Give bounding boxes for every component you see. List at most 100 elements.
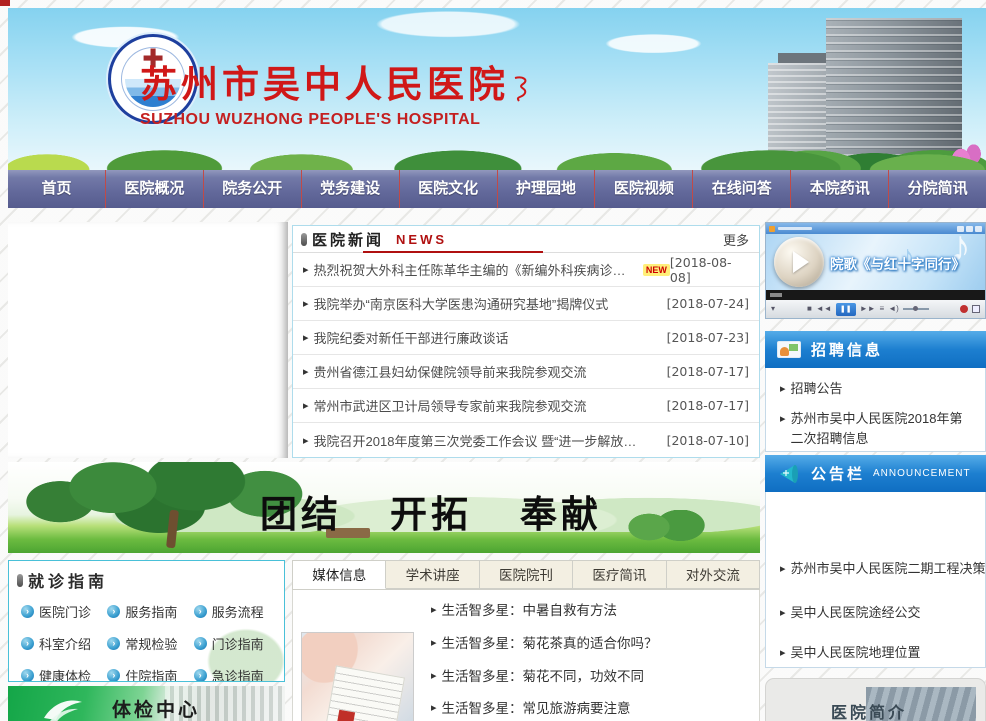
stop-icon[interactable]: ■ <box>807 305 812 313</box>
recruit-item[interactable]: ▸招聘公告 <box>766 374 985 404</box>
news-row[interactable]: ▸ 我院举办“南京医科大学医患沟通研究基地”揭牌仪式 [2018-07-24] <box>293 287 759 321</box>
announcement-item[interactable]: ▸吴中人民医院途经公交 <box>766 598 985 628</box>
record-icon[interactable] <box>960 305 968 313</box>
close-icon[interactable] <box>975 226 982 232</box>
hospital-name-cn-text: 苏州市吴中人民医院 <box>140 65 509 106</box>
news-more-link[interactable]: 更多 <box>723 230 749 249</box>
header-title-block: 苏州市吴中人民医院 SUZHOU WUZHONG PEOPLE'S HOSPIT… <box>140 54 560 129</box>
pause-button[interactable]: ❚❚ <box>836 303 856 316</box>
nav-item-video[interactable]: 医院视频 <box>595 170 693 208</box>
guide-item-service-guide[interactable]: ›服务指南 <box>107 602 193 621</box>
volume-slider[interactable] <box>903 308 929 310</box>
guide-item-outpatient[interactable]: ›医院门诊 <box>21 602 107 621</box>
options-dropdown-icon[interactable]: ▾ <box>771 305 775 313</box>
guide-item-outpatient-guide[interactable]: ›门诊指南 <box>194 634 280 653</box>
slogan-word: 团结 <box>260 484 342 538</box>
tab-bar: 媒体信息 学术讲座 医院院刊 医疗简讯 对外交流 <box>292 560 760 590</box>
media-item-text: 生活智多星：菊花不同，功效不同 <box>442 665 645 685</box>
tab-media-info[interactable]: 媒体信息 <box>293 561 386 589</box>
nav-item-culture[interactable]: 医院文化 <box>400 170 498 208</box>
nav-item-online-qa[interactable]: 在线问答 <box>693 170 791 208</box>
nav-item-open-affairs[interactable]: 院务公开 <box>204 170 302 208</box>
tab-medical-briefs[interactable]: 医疗简讯 <box>573 561 666 589</box>
fullscreen-toggle-icon[interactable] <box>972 305 980 313</box>
media-item-text: 生活智多星：菊花茶真的适合你吗？ <box>442 632 658 652</box>
news-row[interactable]: ▸ 我院召开2018年度第三次党委工作会议 暨“进一步解放思想 [2018-07… <box>293 423 759 457</box>
announcement-item[interactable]: ▸吴中人民医院地理位置 <box>766 638 985 668</box>
hospital-intro-card[interactable]: 医院简介 <box>765 678 986 721</box>
announcement-list: ▸苏州市吴中人民医院二期工程决策事 ▸吴中人民医院途经公交 ▸吴中人民医院地理位… <box>766 492 985 668</box>
nav-item-nursing[interactable]: 护理园地 <box>498 170 596 208</box>
blue-circle-icon: › <box>194 605 207 618</box>
bullet-arrow-icon: ▸ <box>780 381 786 399</box>
bullet-arrow-icon: ▸ <box>303 331 309 344</box>
news-item-title[interactable]: 我院举办“南京医科大学医患沟通研究基地”揭牌仪式 <box>314 294 609 313</box>
recruit-list: ▸招聘公告 ▸苏州市吴中人民医院2018年第二次招聘信息 <box>766 368 985 454</box>
bullet-arrow-icon: ▸ <box>431 669 437 682</box>
guide-item-departments[interactable]: ›科室介绍 <box>21 634 107 653</box>
news-row[interactable]: ▸ 常州市武进区卫计局领导专家前来我院参观交流 [2018-07-17] <box>293 389 759 423</box>
hospital-name-en: SUZHOU WUZHONG PEOPLE'S HOSPITAL <box>140 111 560 129</box>
nav-item-party-building[interactable]: 党务建设 <box>302 170 400 208</box>
news-item-date: [2018-07-24] <box>667 296 749 311</box>
news-title: 医院新闻 <box>312 229 384 250</box>
recruit-icon <box>777 341 801 358</box>
news-item-title[interactable]: 热烈祝贺大外科主任陈革华主编的《新编外科疾病诊断与治 <box>314 260 638 279</box>
news-item-title[interactable]: 我院召开2018年度第三次党委工作会议 暨“进一步解放思想 <box>314 431 644 450</box>
news-row[interactable]: ▸ 我院纪委对新任干部进行廉政谈话 [2018-07-23] <box>293 321 759 355</box>
guide-item-label: 常规检验 <box>125 634 177 653</box>
intro-image: 医院简介 <box>775 687 976 721</box>
previous-icon[interactable]: ◄◄ <box>816 305 832 313</box>
seek-bar[interactable] <box>766 290 985 300</box>
nav-item-branch-news[interactable]: 分院简讯 <box>889 170 986 208</box>
seek-label-decor <box>770 293 782 297</box>
player-screen[interactable]: ♪ ♪ 院歌《与红十字同行》 <box>766 234 985 290</box>
recruit-section: 招聘信息 ▸招聘公告 ▸苏州市吴中人民医院2018年第二次招聘信息 <box>765 331 986 452</box>
next-icon[interactable]: ►► <box>860 305 876 313</box>
news-header: 医院新闻 NEWS 更多 <box>293 226 759 253</box>
recruit-title: 招聘信息 <box>811 339 883 360</box>
blue-circle-icon: › <box>21 605 34 618</box>
guide-item-routine-tests[interactable]: ›常规检验 <box>107 634 193 653</box>
news-row[interactable]: ▸ 贵州省德江县妇幼保健院领导前来我院参观交流 [2018-07-17] <box>293 355 759 389</box>
volume-icon[interactable]: ◄) <box>888 305 899 313</box>
news-row[interactable]: ▸ 热烈祝贺大外科主任陈革华主编的《新编外科疾病诊断与治 NEW [2018-0… <box>293 253 759 287</box>
guide-item-emergency-guide[interactable]: ›急诊指南 <box>194 666 280 682</box>
video-player[interactable]: ♪ ♪ 院歌《与红十字同行》 ▾ ■ ◄◄ ❚❚ ►► ≡ ◄) <box>765 222 986 319</box>
photo-red-block-decor <box>337 710 355 721</box>
main-nav: 首页 医院概况 院务公开 党务建设 医院文化 护理园地 医院视频 在线问答 本院… <box>8 170 986 208</box>
tab-academic-lectures[interactable]: 学术讲座 <box>386 561 479 589</box>
nav-item-pharmacy-news[interactable]: 本院药讯 <box>791 170 889 208</box>
news-item-title[interactable]: 贵州省德江县妇幼保健院领导前来我院参观交流 <box>314 362 587 381</box>
guide-item-service-flow[interactable]: ›服务流程 <box>194 602 280 621</box>
minimize-icon[interactable] <box>957 226 964 232</box>
bullet-arrow-icon: ▸ <box>303 434 309 447</box>
recruit-item[interactable]: ▸苏州市吴中人民医院2018年第二次招聘信息 <box>766 404 985 454</box>
media-item[interactable]: ▸生活智多星：菊花茶真的适合你吗？ <box>431 632 658 652</box>
news-item-date: [2018-07-23] <box>667 330 749 345</box>
tab-hospital-journal[interactable]: 医院院刊 <box>480 561 573 589</box>
nav-item-overview[interactable]: 医院概况 <box>106 170 204 208</box>
media-tabs-section: 媒体信息 学术讲座 医院院刊 医疗简讯 对外交流 ▸生活智多星：中暑自救有方法 … <box>292 560 760 721</box>
tab-external-exchange[interactable]: 对外交流 <box>667 561 759 589</box>
play-button[interactable] <box>774 237 824 287</box>
guide-item-inpatient-guide[interactable]: ›住院指南 <box>107 666 193 682</box>
guide-header: 就诊指南 <box>9 561 284 596</box>
guide-item-health-checkup[interactable]: ›健康体检 <box>21 666 107 682</box>
blue-circle-icon: › <box>107 669 120 682</box>
announcement-title: 公告栏 <box>811 463 865 484</box>
checkup-center-banner[interactable]: 体检中心 <box>8 686 285 721</box>
media-item[interactable]: ▸生活智多星：中暑自救有方法 <box>431 599 617 619</box>
maximize-icon[interactable] <box>966 226 973 232</box>
news-item-title[interactable]: 我院纪委对新任干部进行廉政谈话 <box>314 328 509 347</box>
bullet-arrow-icon: ▸ <box>780 605 786 623</box>
media-item[interactable]: ▸生活智多星：常见旅游病要注意 <box>431 697 631 717</box>
new-badge: NEW <box>643 264 670 276</box>
blue-circle-icon: › <box>194 637 207 650</box>
media-item[interactable]: ▸ 生活智多星：菊花不同，功效不同 <box>431 665 644 685</box>
announcement-item[interactable]: ▸苏州市吴中人民医院二期工程决策事 <box>766 554 985 584</box>
playlist-icon[interactable]: ≡ <box>880 305 885 313</box>
nav-item-home[interactable]: 首页 <box>8 170 106 208</box>
news-item-title[interactable]: 常州市武进区卫计局领导专家前来我院参观交流 <box>314 396 587 415</box>
announcement-item-text: 吴中人民医院地理位置 <box>791 643 921 663</box>
